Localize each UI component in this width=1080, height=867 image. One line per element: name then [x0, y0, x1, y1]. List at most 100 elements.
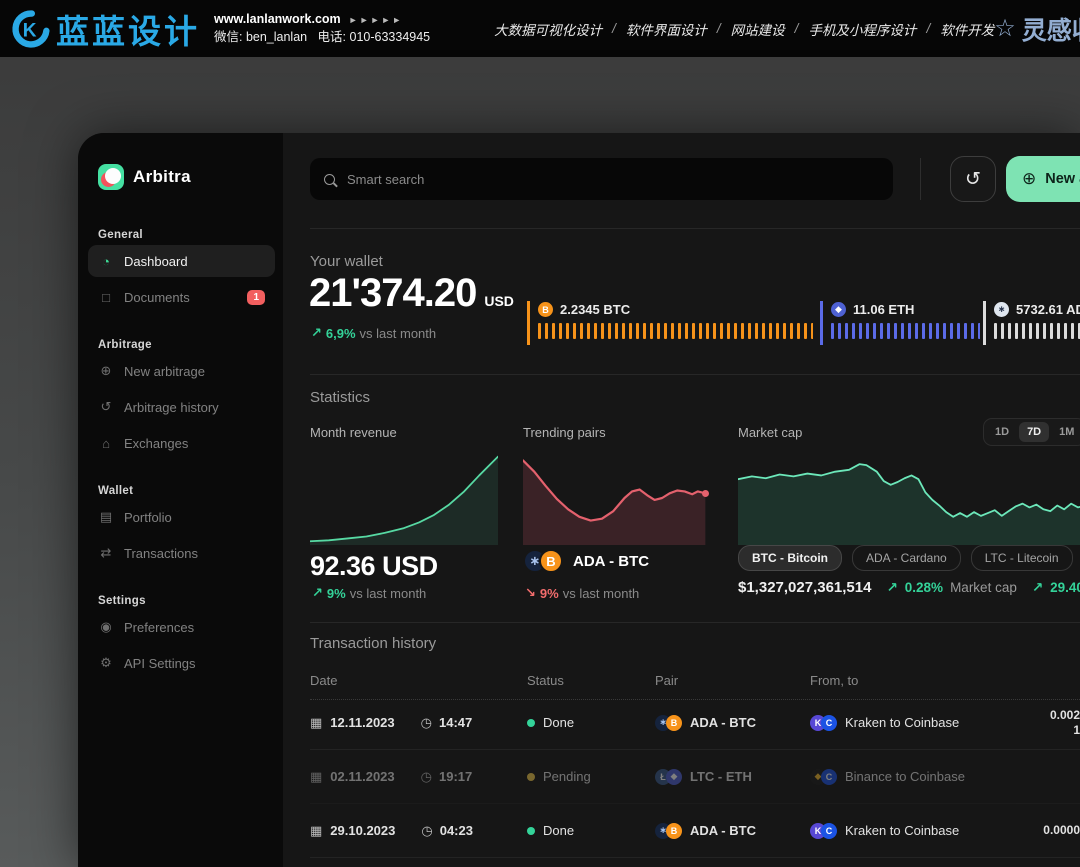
- eth-icon: ◆: [666, 769, 682, 785]
- agency-phone: 电话: 010-63334945: [318, 30, 431, 44]
- wallet-holding-btc: B 2.2345 BTC: [527, 301, 813, 345]
- sidebar-section-wallet: Wallet: [98, 485, 269, 497]
- eth-icon: ◆: [831, 302, 846, 317]
- calendar-icon: ▦: [310, 715, 322, 731]
- sidebar-item-dashboard[interactable]: ◔ Dashboard: [88, 245, 275, 277]
- header-date: Date: [310, 673, 337, 688]
- table-row[interactable]: ▦ 29.10.2023 ◷04:23 Done ∗B ADA - BTC KC: [310, 804, 1080, 858]
- coinbase-icon: C: [821, 715, 837, 731]
- search-input[interactable]: [345, 171, 879, 188]
- search-icon: [324, 174, 335, 185]
- clock-icon: ◷: [421, 769, 432, 785]
- exchange-house-icon: ⌂: [98, 436, 114, 451]
- document-icon: □: [98, 290, 114, 305]
- history-button[interactable]: ↺: [950, 156, 996, 202]
- clock-icon: ◷: [421, 823, 432, 839]
- agency-logo-icon: K: [10, 9, 50, 49]
- trending-pairs-chart: [523, 451, 711, 545]
- btc-amount: 2.2345 BTC: [560, 302, 630, 317]
- trend-down-icon: ↘: [525, 585, 536, 601]
- range-7d[interactable]: 7D: [1019, 422, 1049, 442]
- eth-accent-bar: [820, 301, 823, 345]
- balance-currency: USD: [484, 293, 514, 309]
- range-1m[interactable]: 1M: [1051, 422, 1080, 442]
- main-content: ↺ ⊕ New a Your wallet Currencies E 21'37…: [283, 133, 1080, 867]
- app-brand-name: Arbitra: [133, 167, 191, 187]
- wallet-title: Your wallet: [310, 253, 383, 270]
- tab-ltc-litecoin[interactable]: LTC - Litecoin: [971, 545, 1073, 571]
- coinbase-icon: C: [821, 769, 837, 785]
- plus-circle-icon: ⊕: [1022, 169, 1036, 189]
- calendar-icon: ▦: [310, 823, 322, 839]
- nav-item-software-ui[interactable]: 软件界面设计: [626, 19, 707, 39]
- transaction-table: ▦ 12.11.2023 ◷14:47 Done ∗B ADA - BTC KC: [310, 696, 1080, 858]
- trending-pair-name: ADA - BTC: [573, 553, 649, 570]
- market-cap-chart: [738, 451, 1080, 545]
- range-toggle: 1D 7D 1M: [983, 418, 1080, 446]
- market-cap-value: $1,327,027,361,514: [738, 579, 871, 596]
- inspiration-collect-button[interactable]: ☆ 灵感收集: [994, 11, 1080, 47]
- trending-pair-change: ↘ 9% vs last month: [525, 585, 639, 601]
- section-divider: [310, 622, 1080, 623]
- btc-icon: B: [666, 823, 682, 839]
- agency-logo[interactable]: K 蓝蓝设计: [0, 5, 200, 53]
- trend-up-icon: ↗: [886, 580, 897, 596]
- status-text: Done: [543, 823, 574, 838]
- nav-item-bigdata[interactable]: 大数据可视化设计: [494, 19, 602, 39]
- star-icon: ☆: [994, 17, 1016, 41]
- status-text: Pending: [543, 769, 591, 784]
- history-icon: ↺: [98, 399, 114, 415]
- tab-btc-bitcoin[interactable]: BTC - Bitcoin: [738, 545, 842, 571]
- wallet-change: ↗ 6,9% vs last month: [311, 325, 436, 341]
- month-revenue-chart: [310, 451, 498, 545]
- sidebar-section-general: General: [98, 229, 269, 241]
- wallet-holding-ada: ∗ 5732.61 ADA: [983, 301, 1080, 345]
- btc-accent-bar: [527, 301, 530, 345]
- agency-contact: www.lanlanwork.com►►►►► 微信: ben_lanlan 电…: [214, 11, 430, 46]
- status-dot: [527, 827, 535, 835]
- search-bar: [310, 158, 893, 200]
- sidebar-item-arbitrage-history[interactable]: ↺ Arbitrage history: [88, 391, 275, 423]
- svg-text:K: K: [23, 20, 37, 41]
- collect-label: 灵感收集: [1022, 11, 1080, 47]
- app-brand[interactable]: Arbitra: [98, 163, 269, 191]
- sidebar-section-settings: Settings: [98, 595, 269, 607]
- agency-wechat: 微信: ben_lanlan: [214, 30, 307, 44]
- trend-up-icon: ↗: [311, 325, 322, 341]
- month-revenue-change: ↗ 9% vs last month: [312, 585, 426, 601]
- agency-website-link[interactable]: www.lanlanwork.com: [214, 12, 341, 26]
- chart-end-dot: [702, 490, 709, 497]
- tab-ada-cardano[interactable]: ADA - Cardano: [852, 545, 961, 571]
- sidebar: Arbitra General ◔ Dashboard □ Documents …: [78, 133, 283, 867]
- amount-cell: 0.002 1: [1050, 696, 1080, 749]
- sidebar-item-new-arbitrage[interactable]: ⊕ New arbitrage: [88, 355, 275, 387]
- new-arbitrage-button[interactable]: ⊕ New a: [1006, 156, 1080, 202]
- screenshot-root: K 蓝蓝设计 www.lanlanwork.com►►►►► 微信: ben_l…: [0, 0, 1080, 867]
- btc-icon: B: [538, 302, 553, 317]
- sidebar-item-api-settings[interactable]: ⚙ API Settings: [88, 647, 275, 679]
- table-row[interactable]: ▦ 02.11.2023 ◷19:17 Pending Ł◆ LTC - ETH…: [310, 750, 1080, 804]
- nav-item-mobile[interactable]: 手机及小程序设计: [808, 19, 916, 39]
- nav-item-dev[interactable]: 软件开发: [940, 19, 994, 39]
- documents-badge: 1: [247, 290, 265, 305]
- plug-icon: ⚙: [98, 655, 114, 671]
- sidebar-item-preferences[interactable]: ◉ Preferences: [88, 611, 275, 643]
- sidebar-item-transactions[interactable]: ⇄ Transactions: [88, 537, 275, 569]
- btc-icon: B: [666, 715, 682, 731]
- header-pair: Pair: [655, 673, 678, 688]
- status-dot: [527, 719, 535, 727]
- ada-accent-bar: [983, 301, 986, 345]
- trending-pairs-label: Trending pairs: [523, 425, 606, 440]
- clock-icon: ◷: [421, 715, 432, 731]
- status-text: Done: [543, 715, 574, 730]
- range-1d[interactable]: 1D: [987, 422, 1017, 442]
- toggle-icon: ◉: [98, 619, 114, 635]
- header-status: Status: [527, 673, 564, 688]
- nav-item-website[interactable]: 网站建设: [731, 19, 785, 39]
- sidebar-item-documents[interactable]: □ Documents 1: [88, 281, 275, 313]
- table-row[interactable]: ▦ 12.11.2023 ◷14:47 Done ∗B ADA - BTC KC: [310, 696, 1080, 750]
- sidebar-item-exchanges[interactable]: ⌂ Exchanges: [88, 427, 275, 459]
- btc-icon: B: [539, 549, 563, 573]
- sidebar-item-portfolio[interactable]: ▤ Portfolio: [88, 501, 275, 533]
- trending-pair: ∗ B ADA - BTC: [523, 549, 649, 573]
